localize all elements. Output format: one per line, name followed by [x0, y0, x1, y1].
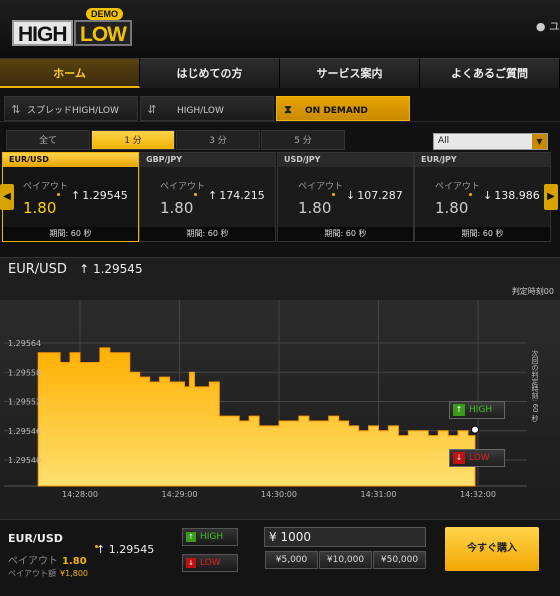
chevron-right-icon: ▶	[547, 191, 555, 202]
duration-1min[interactable]: 1 分	[91, 130, 175, 150]
card-period: 期間: 60 秒	[3, 227, 138, 241]
card-payout-label: ペイアウト	[160, 182, 206, 192]
y-tick-label: 1.29546	[8, 427, 41, 436]
buy-now-button[interactable]: 今すぐ購入	[445, 527, 539, 571]
card-payout-value: 1.80	[298, 199, 332, 217]
card-rate: ↓ 138.986	[483, 189, 540, 202]
card-period: 期間: 60 秒	[278, 227, 413, 241]
y-tick-label: 1.29540	[8, 456, 41, 465]
arrow-up-icon: ↑	[186, 532, 196, 542]
x-tick-label: 14:29:00	[162, 490, 198, 499]
asset-card-eurjpy[interactable]: EUR/JPY ペイアウト ↓ 138.986 1.80 期間: 60 秒	[414, 152, 551, 242]
asset-cards: EUR/USD ペイアウト ↑ 1.29545 1.80 期間: 60 秒 GBP…	[0, 152, 560, 242]
user-label: ユ	[549, 20, 560, 33]
duration-filter: 全て 1 分 3 分 5 分	[6, 130, 346, 150]
arrow-down-icon: ↓	[453, 452, 465, 464]
user-icon: ●	[535, 20, 546, 33]
tab-services[interactable]: サービス案内	[280, 58, 420, 88]
current-price-marker	[471, 425, 480, 434]
judge-time-label: 判定時刻00	[511, 287, 554, 296]
tab-beginners[interactable]: はじめての方	[140, 58, 280, 88]
asset-card-gbpjpy[interactable]: GBP/JPY ペイアウト ↑ 174.215 1.80 期間: 60 秒	[139, 152, 276, 242]
logo-high: HIGH	[12, 20, 73, 46]
arrow-down-icon: ↓	[483, 189, 493, 202]
asset-card-eurusd[interactable]: EUR/USD ペイアウト ↑ 1.29545 1.80 期間: 60 秒	[2, 152, 139, 242]
duration-all[interactable]: 全て	[6, 130, 90, 150]
x-tick-label: 14:30:00	[261, 490, 297, 499]
hourglass-icon: ⧗	[284, 103, 292, 116]
tab-highlow[interactable]: ⇵ HIGH/LOW	[140, 96, 274, 121]
tab-on-demand[interactable]: ⧗ ON DEMAND	[276, 96, 410, 121]
user-menu[interactable]: ● ユ	[536, 18, 560, 34]
dot-icon	[194, 193, 197, 196]
dot-icon	[469, 193, 472, 196]
card-payout-value: 1.80	[160, 199, 194, 217]
asset-card-usdjpy[interactable]: USD/JPY ペイアウト ↓ 107.287 1.80 期間: 60 秒	[277, 152, 414, 242]
arrow-up-icon: ↑	[71, 189, 81, 202]
quick-amount-10000[interactable]: ¥10,000	[319, 551, 372, 569]
card-payout-value: 1.80	[23, 199, 57, 217]
arrow-up-icon: ↑	[79, 262, 90, 276]
cards-next-button[interactable]: ▶	[544, 184, 558, 210]
option-type-nav: ⇅ スプレッドHIGH/LOW ⇵ HIGH/LOW ⧗ ON DEMAND	[0, 96, 560, 122]
trade-low-button[interactable]: ↓ LOW	[182, 554, 238, 572]
chart-low-button[interactable]: ↓ LOW	[449, 449, 505, 467]
trade-payout: ペイアウト 1.80	[8, 556, 87, 567]
updown-arrows-icon: ⇵	[147, 103, 157, 116]
x-tick-label: 14:28:00	[62, 490, 98, 499]
tab-spread-highlow[interactable]: ⇅ スプレッドHIGH/LOW	[4, 96, 138, 121]
chart-panel: EUR/USD ↑ 1.29545 判定時刻00 1.29564 1.29558 1…	[0, 257, 560, 519]
amount-input[interactable]: ¥ 1000	[264, 527, 426, 547]
logo-low: LOW	[74, 20, 132, 46]
trade-rate: ↑ 1.29545	[96, 543, 155, 556]
arrow-down-icon: ↓	[186, 558, 196, 568]
duration-5min[interactable]: 5 分	[261, 130, 345, 150]
chevron-left-icon: ◀	[3, 191, 11, 202]
arrow-down-icon: ↓	[346, 189, 356, 202]
duration-3min[interactable]: 3 分	[176, 130, 260, 150]
trade-high-button[interactable]: ↑ HIGH	[182, 528, 238, 546]
chart-title: EUR/USD ↑ 1.29545	[8, 262, 143, 277]
x-tick-label: 14:32:00	[460, 490, 496, 499]
y-tick-label: 1.29564	[8, 339, 41, 348]
card-payout-value: 1.80	[435, 199, 469, 217]
card-pair: USD/JPY	[278, 153, 413, 167]
next-judge-note: 次回の判定時刻: 60 秒	[531, 350, 539, 422]
cards-prev-button[interactable]: ◀	[0, 184, 14, 210]
trade-pair: EUR/USD	[8, 532, 63, 545]
card-payout-label: ペイアウト	[435, 182, 481, 192]
card-payout-label: ペイアウト	[298, 182, 344, 192]
card-period: 期間: 60 秒	[415, 227, 550, 241]
main-nav: ホーム はじめての方 サービス案内 よくあるご質問	[0, 58, 560, 88]
header: DEMO HIGH LOW ● ユ	[0, 0, 560, 58]
quick-amount-5000[interactable]: ¥5,000	[265, 551, 318, 569]
card-pair: EUR/JPY	[415, 153, 550, 167]
card-period: 期間: 60 秒	[140, 227, 275, 241]
dot-icon	[57, 193, 60, 196]
asset-filter-select[interactable]: All ▼	[433, 133, 548, 150]
highlow-logo[interactable]: DEMO HIGH LOW	[12, 8, 134, 48]
card-payout-label: ペイアウト	[23, 182, 69, 192]
spread-arrows-icon: ⇅	[11, 103, 21, 116]
chart-high-button[interactable]: ↑ HIGH	[449, 401, 505, 419]
dot-icon	[332, 193, 335, 196]
x-tick-label: 14:31:00	[361, 490, 397, 499]
trade-payout-amount: ペイアウト額 ¥1,800	[8, 569, 88, 578]
tab-faq[interactable]: よくあるご質問	[420, 58, 560, 88]
tab-home[interactable]: ホーム	[0, 58, 140, 88]
chevron-down-icon: ▼	[532, 134, 547, 149]
card-pair: EUR/USD	[3, 153, 138, 167]
card-rate: ↓ 107.287	[346, 189, 403, 202]
arrow-up-icon: ↑	[453, 404, 465, 416]
card-rate: ↑ 1.29545	[71, 189, 128, 202]
quick-amount-50000[interactable]: ¥50,000	[373, 551, 426, 569]
y-tick-label: 1.29552	[8, 398, 41, 407]
demo-badge: DEMO	[86, 8, 123, 20]
card-pair: GBP/JPY	[140, 153, 275, 167]
arrow-up-icon: ↑	[96, 543, 106, 556]
card-rate: ↑ 174.215	[208, 189, 265, 202]
y-tick-label: 1.29558	[8, 368, 41, 377]
chart-rate: 1.29545	[92, 262, 143, 276]
arrow-up-icon: ↑	[208, 189, 218, 202]
